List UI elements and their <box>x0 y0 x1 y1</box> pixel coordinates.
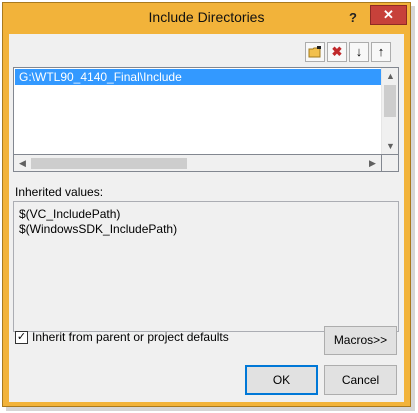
cancel-button[interactable]: Cancel <box>324 365 397 395</box>
scroll-up-icon[interactable]: ▲ <box>382 68 399 84</box>
move-down-button[interactable]: ↓ <box>349 42 369 62</box>
scroll-down-icon[interactable]: ▼ <box>382 138 399 154</box>
inherited-item: $(VC_IncludePath) <box>19 207 121 221</box>
close-button[interactable]: ✕ <box>370 5 407 25</box>
vertical-scroll-thumb[interactable] <box>384 85 396 117</box>
list-item[interactable]: G:\WTL90_4140_Final\Include <box>15 69 381 85</box>
new-line-button[interactable] <box>305 42 325 62</box>
scroll-right-icon[interactable]: ▶ <box>364 155 381 171</box>
inherited-values-label: Inherited values: <box>15 185 104 199</box>
delete-icon: ✖ <box>331 44 343 59</box>
dialog-window: Include Directories ? ✕ ✖ ↓ ↑ G:\WTL90_4… <box>2 2 411 407</box>
move-up-button[interactable]: ↑ <box>371 42 391 62</box>
scroll-left-icon[interactable]: ◀ <box>14 155 31 171</box>
inherit-checkbox-label[interactable]: Inherit from parent or project defaults <box>32 330 229 344</box>
ok-button[interactable]: OK <box>245 365 318 395</box>
arrow-up-icon: ↑ <box>377 44 385 59</box>
inherit-checkbox[interactable]: ✓ <box>15 331 28 344</box>
delete-button[interactable]: ✖ <box>327 42 347 62</box>
title-bar[interactable]: Include Directories ? ✕ <box>3 3 410 34</box>
horizontal-scrollbar[interactable]: ◀ ▶ <box>13 155 382 172</box>
arrow-down-icon: ↓ <box>355 44 363 59</box>
horizontal-scroll-thumb[interactable] <box>31 158 187 169</box>
scroll-corner <box>382 155 399 172</box>
macros-button[interactable]: Macros>> <box>324 326 397 355</box>
dialog-client: ✖ ↓ ↑ G:\WTL90_4140_Final\Include ▲ ▼ ◀ … <box>9 34 404 402</box>
directories-list[interactable]: G:\WTL90_4140_Final\Include ▲ ▼ <box>13 67 399 155</box>
vertical-scrollbar[interactable]: ▲ ▼ <box>381 68 398 154</box>
folder-icon <box>308 46 321 58</box>
inherited-item: $(WindowsSDK_IncludePath) <box>19 222 178 236</box>
help-button[interactable]: ? <box>343 8 363 28</box>
inherited-values-box: $(VC_IncludePath) $(WindowsSDK_IncludePa… <box>13 201 399 332</box>
